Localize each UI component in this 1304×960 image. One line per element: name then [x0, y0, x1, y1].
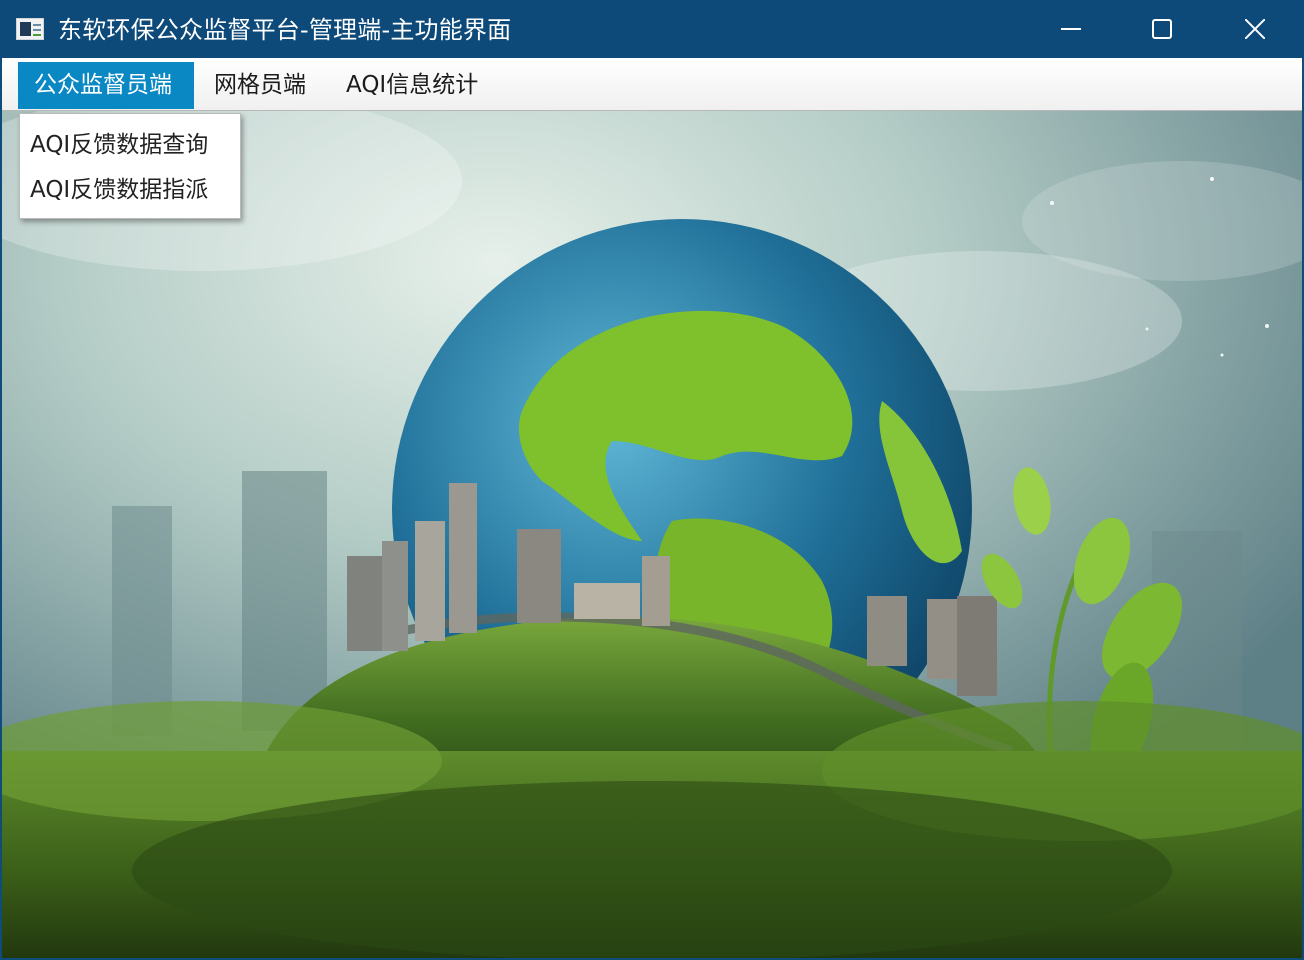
- maximize-icon: [1152, 19, 1172, 39]
- window-title: 东软环保公众监督平台-管理端-主功能界面: [58, 16, 512, 44]
- menu-aqi-feedback-assign[interactable]: AQI反馈数据指派: [20, 168, 240, 212]
- menu-aqi-feedback-query[interactable]: AQI反馈数据查询: [20, 123, 240, 167]
- app-window-icon: [16, 18, 44, 40]
- app-window: 东软环保公众监督平台-管理端-主功能界面 公众监督员端 网格员端 AQI信息统计: [0, 0, 1304, 960]
- earth-city-illustration: [2, 111, 1302, 958]
- minimize-icon: [1061, 28, 1081, 30]
- menu-aqi-statistics[interactable]: AQI信息统计: [330, 62, 502, 109]
- maximize-button[interactable]: [1117, 0, 1207, 58]
- menu-grid-member[interactable]: 网格员端: [198, 62, 328, 109]
- close-button[interactable]: [1210, 0, 1300, 58]
- minimize-button[interactable]: [1026, 0, 1116, 58]
- menu-public-supervisor[interactable]: 公众监督员端: [18, 62, 194, 109]
- background-illustration: [2, 111, 1302, 958]
- dropdown-menu: AQI反馈数据查询 AQI反馈数据指派: [19, 113, 241, 219]
- menu-bar: 公众监督员端 网格员端 AQI信息统计: [2, 58, 1302, 111]
- close-icon: [1245, 19, 1265, 39]
- title-bar[interactable]: 东软环保公众监督平台-管理端-主功能界面: [0, 0, 1304, 60]
